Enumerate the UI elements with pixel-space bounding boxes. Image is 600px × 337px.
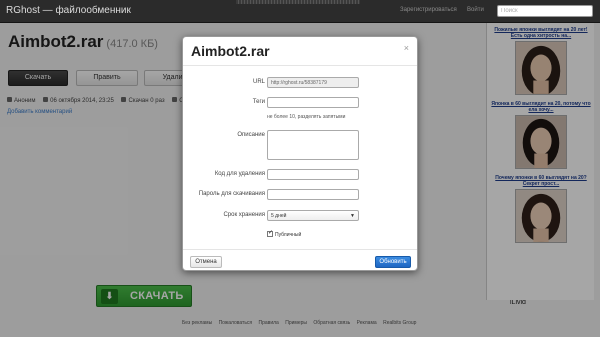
tags-field[interactable] [267, 97, 359, 108]
modal-footer-divider [183, 249, 417, 250]
register-link[interactable]: Зарегистрироваться [400, 7, 457, 13]
delete-code-field[interactable] [267, 169, 359, 180]
expiry-value: 5 дней [271, 213, 287, 219]
modal-header-divider [183, 65, 417, 66]
public-checkbox[interactable] [267, 229, 273, 237]
url-label: URL [252, 79, 265, 85]
delete-code-label: Код для удаления [214, 171, 265, 177]
top-navbar: RGhost — файлообменник Зарегистрироватьс… [0, 0, 600, 23]
close-icon[interactable]: × [404, 43, 409, 53]
modal-title: Aimbot2.rar [191, 43, 270, 59]
login-link[interactable]: Войти [467, 7, 484, 13]
site-brand[interactable]: RGhost — файлообменник [6, 5, 131, 16]
header-decoration [236, 0, 360, 4]
search-input[interactable] [497, 5, 593, 17]
expiry-select[interactable]: 5 дней ▼ [267, 210, 359, 221]
url-field[interactable]: http://rghost.ru/58387179 [267, 77, 359, 88]
public-checkbox-row[interactable]: Публичный [267, 229, 302, 238]
description-label: Описание [237, 132, 265, 138]
cancel-button[interactable]: Отмена [190, 256, 222, 268]
description-field[interactable] [267, 130, 359, 160]
update-button[interactable]: Обновить [375, 256, 411, 268]
password-field[interactable] [267, 189, 359, 200]
edit-file-modal: Aimbot2.rar × URL http://rghost.ru/58387… [182, 36, 418, 271]
tags-hint: не более 10, разделять запятыми [267, 114, 346, 120]
chevron-down-icon: ▼ [350, 213, 355, 219]
password-label: Пароль для скачивания [198, 191, 265, 197]
public-label: Публичный [275, 232, 302, 238]
tags-label: Теги [252, 99, 265, 105]
expiry-label: Срок хранения [223, 212, 265, 218]
